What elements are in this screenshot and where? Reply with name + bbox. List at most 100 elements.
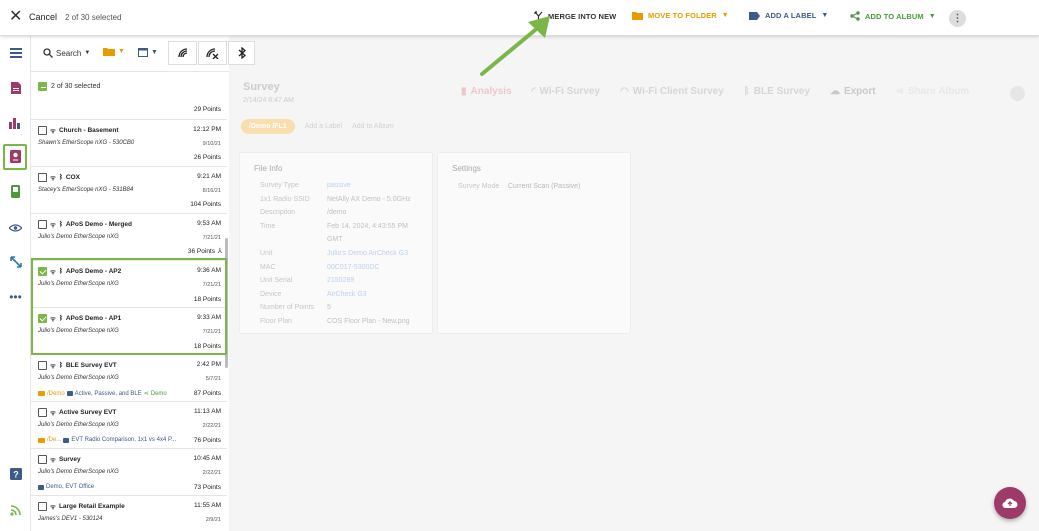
file-info-key: MAC — [260, 263, 276, 271]
tab-share-album[interactable]: ⋖ Share Album — [896, 86, 970, 97]
tab-wifi-client-survey[interactable]: ◠ Wi-Fi Client Survey — [620, 86, 724, 97]
item-album: Demo — [150, 390, 167, 397]
list-item[interactable]: ᯤ Active Survey EVT 11:13 AM Julio's Demo… — [31, 402, 227, 449]
bluetooth-icon: ᛒ — [743, 86, 750, 97]
wifi-client-icon: ᯤ — [50, 410, 56, 417]
file-info-key: Survey Type — [260, 182, 299, 189]
item-time: 9:21 AM — [197, 173, 221, 180]
add-label-button[interactable]: ADD A LABEL ▼ — [749, 11, 828, 20]
file-info-key: Time — [260, 222, 276, 230]
wifi-client-filter-button[interactable] — [198, 41, 227, 65]
file-info-value[interactable]: 00C017-5300DC — [327, 264, 380, 271]
item-time: 9:53 AM — [197, 220, 221, 227]
item-label: EVT Radio Comparison, 1x1 vs 4x4 P... — [71, 437, 177, 443]
survey-map-icon[interactable] — [8, 149, 23, 164]
file-info-value: COS Floor Plan - New.png — [327, 318, 410, 325]
caret-down-icon: ▼ — [84, 50, 91, 56]
document-icon[interactable] — [8, 80, 23, 95]
bluetooth-icon: ᛒ — [58, 174, 63, 181]
list-item[interactable]: ᯤ Church - Basement 12:12 PM Shawn's Ethe… — [31, 120, 227, 167]
file-info-title: File Info — [254, 164, 283, 173]
tab-analysis[interactable]: ▮ Analysis — [461, 86, 512, 97]
item-name: COX — [65, 174, 80, 181]
move-to-folder-button[interactable]: MOVE TO FOLDER ▼ — [632, 11, 729, 20]
select-all-checkbox[interactable] — [38, 82, 47, 91]
item-name: Survey — [58, 456, 81, 463]
item-points: 26 Points — [193, 154, 221, 161]
upload-fab[interactable] — [994, 487, 1026, 519]
share-icon: ⋖ — [143, 391, 149, 397]
search-icon — [43, 48, 53, 58]
settings-card: Settings Survey Mode Current Scan (Passi… — [437, 152, 631, 334]
settings-title: Settings — [452, 164, 481, 173]
merge-icon: ⅄ — [217, 248, 222, 255]
item-points: 29 Points — [193, 106, 221, 113]
item-tags: /Demo Active, Passive, and BLE ⋖ Demo — [38, 390, 167, 397]
tab-ble-survey[interactable]: ᛒ BLE Survey — [744, 86, 810, 97]
tab-export[interactable]: ☁ Export — [830, 86, 876, 97]
item-checkbox[interactable] — [38, 455, 47, 464]
folder-chip[interactable]: /Demo /FL1 — [241, 119, 295, 134]
cloud-icon: ☁ — [829, 86, 840, 97]
item-time: 11:55 AM — [194, 502, 221, 509]
add-label-label: ADD A LABEL — [765, 11, 817, 20]
add-to-album-button[interactable]: ADD TO ALBUM ▼ — [850, 11, 936, 21]
date-filter-button[interactable]: ▼ — [138, 47, 158, 57]
item-checkbox[interactable] — [38, 408, 47, 417]
select-all-row[interactable]: 2 of 30 selected — [38, 82, 100, 91]
list-icon[interactable] — [8, 45, 23, 60]
file-info-value[interactable]: passive — [327, 182, 351, 189]
signal-icon[interactable] — [8, 502, 23, 517]
file-info-value[interactable]: Julio's Demo AirCheck G3 — [327, 250, 408, 257]
device-icon[interactable] — [8, 184, 23, 199]
item-checkbox[interactable] — [38, 126, 47, 135]
expand-icon[interactable] — [8, 254, 23, 269]
tab-label: Export — [843, 86, 876, 97]
close-icon[interactable]: ✕ — [9, 9, 23, 25]
item-device: Julio's Demo EtherScope nXG — [38, 234, 119, 240]
list-item[interactable]: ᯤ ᛒ COX 9:21 AM Stacey's EtherScope nXG - … — [31, 167, 227, 214]
file-info-key: Description — [260, 209, 296, 217]
selected-items-highlight — [31, 258, 227, 355]
more-options-icon[interactable]: ⋮ — [949, 10, 966, 27]
analysis-icon[interactable] — [8, 115, 23, 130]
tab-label: Analysis — [470, 86, 512, 97]
item-name: Active Survey EVT — [58, 409, 117, 416]
folder-filter-button[interactable]: ▼ — [103, 47, 125, 56]
add-label-link[interactable]: Add a Label — [305, 123, 342, 130]
item-checkbox[interactable] — [38, 173, 47, 182]
list-item[interactable]: ᯤ Survey 10:45 AM Julio's Demo EtherScope… — [31, 449, 227, 496]
tab-wifi-survey[interactable]: ◜ Wi-Fi Survey — [532, 86, 600, 97]
eye-icon[interactable] — [8, 220, 23, 235]
file-info-value[interactable]: 2150289 — [327, 277, 354, 284]
file-info-value[interactable]: AirCheck G3 — [327, 291, 367, 298]
item-checkbox[interactable] — [38, 220, 47, 229]
detail-more-icon[interactable] — [1010, 86, 1025, 101]
item-checkbox[interactable] — [38, 502, 47, 511]
tab-label: Wi-Fi Survey — [539, 86, 601, 97]
cloud-upload-icon — [1002, 498, 1018, 509]
settings-value: Current Scan (Passive) — [508, 183, 581, 190]
search-button[interactable]: Search ▼ — [43, 48, 90, 58]
more-icon[interactable]: ••• — [8, 289, 23, 304]
bluetooth-filter-button[interactable] — [228, 41, 255, 65]
file-info-key: Number of Points — [260, 304, 315, 312]
label-icon — [38, 484, 44, 490]
item-label: Demo, EVT Office — [46, 484, 95, 490]
item-points: 104 Points — [190, 201, 221, 208]
item-time: 12:12 PM — [193, 126, 221, 133]
item-checkbox[interactable] — [38, 361, 47, 370]
help-icon[interactable]: ? — [8, 466, 23, 481]
item-time: 2:42 PM — [196, 361, 221, 368]
list-item[interactable]: ᯤ ᛒ BLE Survey EVT 2:42 PM Julio's Demo Et… — [31, 355, 227, 402]
add-album-link[interactable]: Add to Album — [352, 123, 394, 130]
list-item[interactable]: ᯤ Large Retail Example 11:55 AM James's D… — [31, 496, 227, 531]
list-item-partial[interactable]: 29 Points — [31, 96, 227, 120]
file-info-value: NetAlly AX Demo - 5.0GHz — [327, 195, 411, 203]
wifi-filter-button[interactable] — [168, 41, 197, 65]
wifi-client-icon — [206, 48, 219, 59]
folder-icon — [103, 48, 115, 56]
list-item[interactable]: ᯤ ᛒ APoS Demo - Merged 9:53 AM Julio's Dem… — [31, 214, 227, 261]
item-date: 9/10/21 — [202, 141, 221, 147]
cancel-button[interactable]: Cancel — [29, 12, 57, 22]
